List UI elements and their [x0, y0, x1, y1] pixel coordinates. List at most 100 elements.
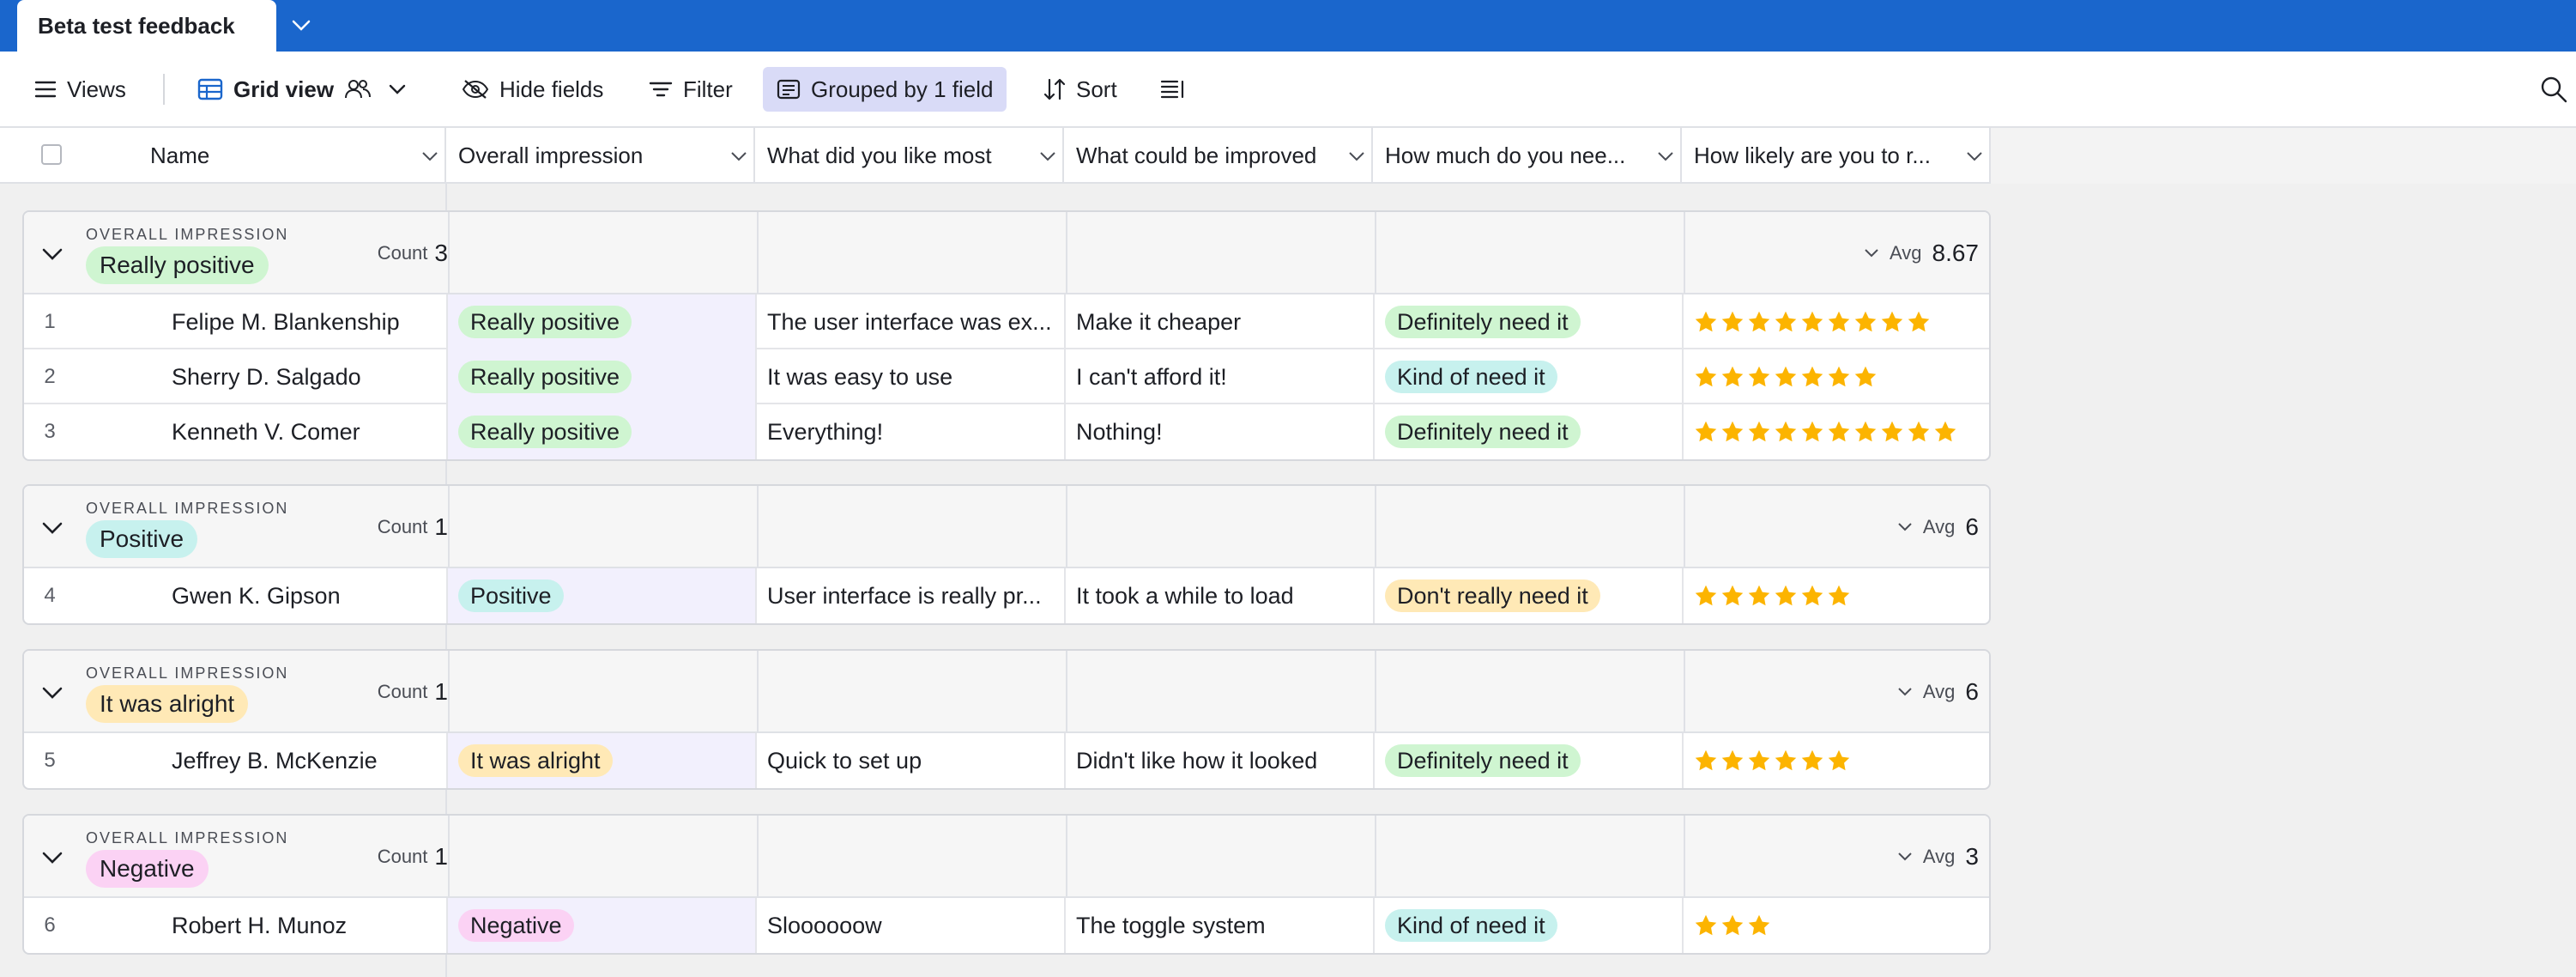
star-icon[interactable] — [1827, 420, 1851, 444]
star-icon[interactable] — [1933, 420, 1957, 444]
impression-cell[interactable]: It was alright — [448, 733, 757, 788]
name-cell[interactable]: Sherry D. Salgado — [76, 349, 448, 404]
column-header-impression[interactable]: Overall impression — [446, 128, 755, 184]
liked-cell[interactable]: Quick to set up — [757, 733, 1066, 788]
group-header[interactable]: OVERALL IMPRESSION It was alright Count … — [24, 651, 1989, 733]
need-cell[interactable]: Definitely need it — [1375, 294, 1684, 349]
star-icon[interactable] — [1694, 420, 1718, 444]
star-icon[interactable] — [1800, 584, 1824, 608]
group-header[interactable]: OVERALL IMPRESSION Positive Count 1 Avg … — [24, 486, 1989, 568]
table-row[interactable]: 6 Robert H. Munoz Negative Sloooooow The… — [24, 898, 1989, 953]
group-collapse-toggle[interactable] — [39, 845, 65, 871]
star-icon[interactable] — [1880, 310, 1904, 334]
star-icon[interactable] — [1827, 310, 1851, 334]
star-icon[interactable] — [1853, 420, 1878, 444]
liked-cell[interactable]: It was easy to use — [757, 349, 1066, 404]
table-row[interactable]: 4 Gwen K. Gipson Positive User interface… — [24, 568, 1989, 623]
filter-button[interactable]: Filter — [649, 67, 733, 112]
liked-cell[interactable]: Everything! — [757, 404, 1066, 459]
star-icon[interactable] — [1747, 420, 1771, 444]
improved-cell[interactable]: It took a while to load — [1066, 568, 1375, 623]
star-icon[interactable] — [1694, 584, 1718, 608]
table-row[interactable]: 1 Felipe M. Blankenship Really positive … — [24, 294, 1989, 349]
need-cell[interactable]: Don't really need it — [1375, 568, 1684, 623]
grid-view-button[interactable]: Grid view — [197, 67, 406, 112]
select-all-checkbox[interactable] — [41, 144, 62, 165]
star-icon[interactable] — [1800, 420, 1824, 444]
star-icon[interactable] — [1827, 365, 1851, 389]
need-cell[interactable]: Kind of need it — [1375, 349, 1684, 404]
column-header-improved[interactable]: What could be improved — [1064, 128, 1373, 184]
rating-cell[interactable] — [1684, 733, 1989, 788]
name-cell[interactable]: Kenneth V. Comer — [76, 404, 448, 459]
rating-cell[interactable] — [1684, 898, 1989, 953]
impression-cell[interactable]: Really positive — [448, 294, 757, 349]
star-icon[interactable] — [1720, 584, 1745, 608]
star-icon[interactable] — [1720, 310, 1745, 334]
star-icon[interactable] — [1774, 584, 1798, 608]
name-cell[interactable]: Felipe M. Blankenship — [76, 294, 448, 349]
column-header-likely[interactable]: How likely are you to r... — [1682, 128, 1991, 184]
table-row[interactable]: 2 Sherry D. Salgado Really positive It w… — [24, 349, 1989, 404]
star-icon[interactable] — [1747, 749, 1771, 773]
rating-cell[interactable] — [1684, 349, 1989, 404]
group-header[interactable]: OVERALL IMPRESSION Negative Count 1 Avg … — [24, 816, 1989, 898]
table-row[interactable]: 5 Jeffrey B. McKenzie It was alright Qui… — [24, 733, 1989, 788]
sort-button[interactable]: Sort — [1043, 67, 1117, 112]
improved-cell[interactable]: The toggle system — [1066, 898, 1375, 953]
group-average[interactable]: Avg 3 — [1897, 816, 1979, 898]
hide-fields-button[interactable]: Hide fields — [462, 67, 603, 112]
name-cell[interactable]: Gwen K. Gipson — [76, 568, 448, 623]
star-icon[interactable] — [1774, 310, 1798, 334]
star-icon[interactable] — [1747, 913, 1771, 938]
tab-beta-test-feedback[interactable]: Beta test feedback — [17, 0, 276, 52]
group-header[interactable]: OVERALL IMPRESSION Really positive Count… — [24, 212, 1989, 294]
impression-cell[interactable]: Negative — [448, 898, 757, 953]
table-row[interactable]: 3 Kenneth V. Comer Really positive Every… — [24, 404, 1989, 459]
column-header-name[interactable]: Name — [137, 128, 446, 184]
need-cell[interactable]: Kind of need it — [1375, 898, 1684, 953]
tab-dropdown-button[interactable] — [276, 0, 326, 52]
row-height-button[interactable] — [1160, 67, 1186, 112]
improved-cell[interactable]: Nothing! — [1066, 404, 1375, 459]
grouped-button[interactable]: Grouped by 1 field — [763, 67, 1007, 112]
need-cell[interactable]: Definitely need it — [1375, 404, 1684, 459]
improved-cell[interactable]: I can't afford it! — [1066, 349, 1375, 404]
name-cell[interactable]: Robert H. Munoz — [76, 898, 448, 953]
star-icon[interactable] — [1720, 913, 1745, 938]
star-icon[interactable] — [1747, 310, 1771, 334]
star-icon[interactable] — [1774, 365, 1798, 389]
need-cell[interactable]: Definitely need it — [1375, 733, 1684, 788]
star-icon[interactable] — [1720, 365, 1745, 389]
improved-cell[interactable]: Make it cheaper — [1066, 294, 1375, 349]
star-icon[interactable] — [1694, 310, 1718, 334]
impression-cell[interactable]: Positive — [448, 568, 757, 623]
star-icon[interactable] — [1747, 365, 1771, 389]
column-header-liked[interactable]: What did you like most — [755, 128, 1064, 184]
star-icon[interactable] — [1907, 420, 1931, 444]
star-icon[interactable] — [1907, 310, 1931, 334]
star-icon[interactable] — [1800, 310, 1824, 334]
star-icon[interactable] — [1774, 420, 1798, 444]
group-collapse-toggle[interactable] — [39, 241, 65, 267]
improved-cell[interactable]: Didn't like how it looked — [1066, 733, 1375, 788]
group-average[interactable]: Avg 6 — [1897, 651, 1979, 733]
star-icon[interactable] — [1880, 420, 1904, 444]
group-average[interactable]: Avg 6 — [1897, 486, 1979, 568]
liked-cell[interactable]: User interface is really pr... — [757, 568, 1066, 623]
star-icon[interactable] — [1747, 584, 1771, 608]
rating-cell[interactable] — [1684, 294, 1989, 349]
search-button[interactable] — [2540, 70, 2574, 108]
star-icon[interactable] — [1694, 365, 1718, 389]
star-icon[interactable] — [1774, 749, 1798, 773]
star-icon[interactable] — [1720, 749, 1745, 773]
views-button[interactable]: Views — [34, 67, 126, 112]
star-icon[interactable] — [1800, 365, 1824, 389]
star-icon[interactable] — [1694, 913, 1718, 938]
star-icon[interactable] — [1853, 365, 1878, 389]
star-icon[interactable] — [1827, 749, 1851, 773]
group-collapse-toggle[interactable] — [39, 680, 65, 706]
rating-cell[interactable] — [1684, 404, 1989, 459]
group-collapse-toggle[interactable] — [39, 515, 65, 541]
rating-cell[interactable] — [1684, 568, 1989, 623]
